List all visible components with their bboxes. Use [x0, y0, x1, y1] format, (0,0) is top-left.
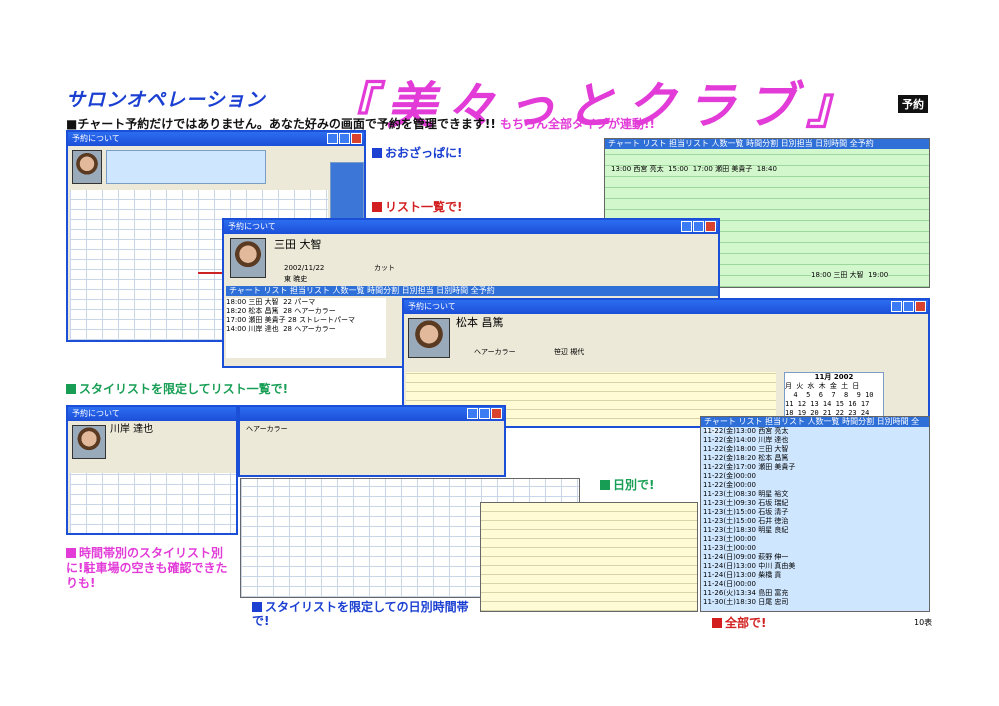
all-list-tabs[interactable]: チャート リスト 担当リスト 人数一覧 時間分割 日別時間 全予約: [701, 417, 929, 436]
daily-table[interactable]: [480, 502, 698, 612]
all-list-row[interactable]: 11-23(土)09:30 石坂 瑞紀: [703, 499, 929, 508]
caption-daily-hour: スタイリストを限定しての日別時間帯で!: [252, 600, 469, 628]
all-list-row[interactable]: 11-23(土)15:00 石井 徳治: [703, 517, 929, 526]
menu-4: ヘアーカラー: [246, 425, 288, 433]
customer-photo: [72, 150, 102, 184]
caption-stylist-list: スタイリストを限定してリスト一覧で!: [66, 380, 288, 397]
customer-name-2: 三田 大智: [274, 238, 322, 251]
all-list-row[interactable]: 11-23(土)00:00: [703, 535, 929, 544]
window-title-4: 予約について: [72, 409, 120, 418]
caption-hourly: 時間帯別のスタイリスト別に!駐車場の空きも確認できたりも!: [66, 546, 228, 590]
caption-daily: 日別で!: [600, 476, 654, 493]
all-list-row[interactable]: 11-22(金)00:00: [703, 481, 929, 490]
window-titlebar: 予約について: [68, 132, 364, 146]
all-list-row[interactable]: 11-24(日)00:00: [703, 580, 929, 589]
caption-list: リスト一覧で!: [372, 198, 462, 215]
customer-photo-2: [230, 238, 266, 278]
customer-name-3: 松本 昌篤: [456, 316, 504, 329]
stylist-2: 東 暁史: [284, 275, 308, 283]
all-list-row[interactable]: 11-24(日)09:00 萩野 伸一: [703, 553, 929, 562]
window-title: 予約について: [72, 134, 120, 143]
menu-3: ヘアーカラー: [474, 348, 516, 356]
list-row-1[interactable]: 18:00 三田 大智 22 パーマ: [226, 298, 386, 307]
tab-bar-2[interactable]: チャート リスト 担当リスト 人数一覧 時間分割 日別担当 日別時間 全予約: [226, 286, 718, 296]
green-header: チャート リスト 担当リスト 人数一覧 時間分割 日別担当 日別時間 全予約: [605, 139, 929, 149]
reservation-date-2: 2002/11/22: [284, 264, 325, 272]
list-row-2[interactable]: 18:20 松本 昌篤 28 ヘアーカラー: [226, 307, 386, 316]
customer-photo-4: [72, 425, 106, 459]
close-icon-3[interactable]: [915, 301, 926, 312]
all-list-row[interactable]: 11-22(金)14:00 川岸 達也: [703, 436, 929, 445]
all-list-row[interactable]: 11-26(火)13:34 島田 富充: [703, 589, 929, 598]
all-list-row[interactable]: 11-23(土)00:00: [703, 544, 929, 553]
all-list-row[interactable]: 11-24(日)13:00 柴橋 貢: [703, 571, 929, 580]
subtitle: サロンオペレーション: [66, 89, 266, 111]
list-row-4[interactable]: 14:00 川岸 達也 28 ヘアーカラー: [226, 325, 386, 334]
green-row-2: 18:00 三田 大智 19:00: [811, 271, 889, 280]
window-title-3: 予約について: [408, 302, 456, 311]
stylist-3: 笹辺 槻代: [554, 348, 585, 356]
caption-rough: おおざっぱに!: [372, 144, 462, 161]
calendar-row-2: 11 12 13 14 15 16 17: [785, 400, 870, 408]
reservation-tag: 予約: [898, 95, 928, 113]
close-icon-2[interactable]: [705, 221, 716, 232]
customer-name-4: 川岸 達也: [110, 424, 154, 435]
all-list-row[interactable]: 11-22(金)00:00: [703, 472, 929, 481]
tagline-pink: もちろん全部タイプが連動!!: [500, 117, 655, 131]
calendar-days: 月 火 水 木 金 土 日: [785, 382, 860, 390]
all-list-row[interactable]: 11-24(日)13:00 中川 真由美: [703, 562, 929, 571]
hourly-window[interactable]: 予約について 川岸 達也: [66, 405, 238, 535]
all-list-row[interactable]: 11-22(金)18:20 松本 昌篤: [703, 454, 929, 463]
close-icon[interactable]: [351, 133, 362, 144]
calendar-month: 11月 2002: [814, 373, 854, 381]
all-list-row[interactable]: 11-22(金)17:00 瀬田 美貴子: [703, 463, 929, 472]
list-row-3[interactable]: 17:00 瀬田 美貴子 28 ストレートパーマ: [226, 316, 386, 325]
tagline-text: ■チャート予約だけではありません。あなた好みの画面で予約を管理できます!!: [66, 117, 496, 131]
green-row-1: 13:00 西宮 亮太 15:00 17:00 瀬田 美貴子 18:40: [611, 165, 777, 173]
window-title-2: 予約について: [228, 222, 276, 231]
all-list-row[interactable]: 11-23(土)18:30 明星 良紀: [703, 526, 929, 535]
all-list-row[interactable]: 11-23(土)15:00 石坂 清子: [703, 508, 929, 517]
all-list-row[interactable]: 11-22(金)13:00 西宮 亮太: [703, 427, 929, 436]
all-list-row[interactable]: 11-30(土)18:30 日尾 忠司: [703, 598, 929, 607]
all-list-row[interactable]: 11-22(金)18:00 三田 大智: [703, 445, 929, 454]
calendar-row-1: 4 5 6 7 8 9 10: [785, 391, 874, 399]
all-list[interactable]: チャート リスト 担当リスト 人数一覧 時間分割 日別時間 全予約 11-22(…: [700, 416, 930, 612]
caption-all: 全部で!: [712, 614, 766, 631]
menu-2: カット: [374, 264, 395, 272]
all-list-row[interactable]: 11-23(土)08:30 明星 裕文: [703, 490, 929, 499]
hourly-window-right[interactable]: ヘアーカラー: [238, 405, 506, 477]
page-number: 10表: [914, 618, 933, 627]
customer-photo-3: [408, 318, 450, 358]
